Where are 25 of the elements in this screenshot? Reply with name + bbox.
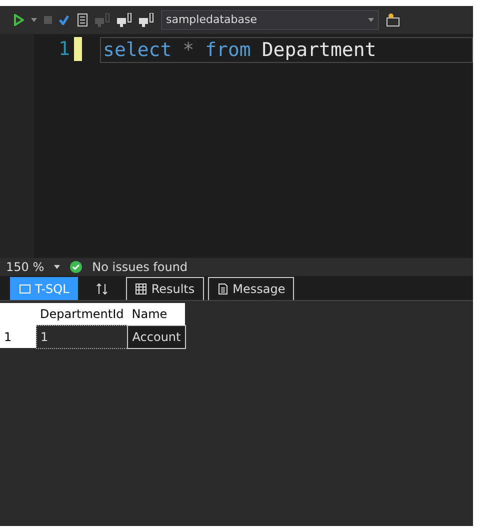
- grid-icon: [135, 282, 148, 294]
- caret-icon[interactable]: [54, 264, 60, 268]
- change-marker: [74, 37, 82, 61]
- issues-status: No issues found: [92, 258, 188, 276]
- zoom-dropdown[interactable]: 150 %: [6, 258, 44, 276]
- new-query-icon[interactable]: [386, 13, 400, 27]
- caret-icon[interactable]: [31, 18, 37, 22]
- connection-icon[interactable]: [139, 13, 154, 27]
- row-number: 1: [0, 325, 36, 348]
- check-icon[interactable]: [59, 15, 69, 25]
- table-cell[interactable]: 1: [36, 325, 128, 348]
- line-number: 1: [58, 37, 70, 62]
- tab[interactable]: Message: [208, 276, 294, 300]
- table-cell[interactable]: Account: [128, 325, 186, 348]
- database-dropdown[interactable]: sampledatabase: [161, 10, 379, 30]
- document-icon: [216, 282, 229, 294]
- tab[interactable]: Results: [126, 276, 204, 300]
- document-icon[interactable]: [76, 13, 88, 27]
- tab-icon: [19, 282, 31, 294]
- check-circle-icon: [70, 260, 82, 272]
- column-header: Name: [128, 302, 186, 325]
- caret-icon: [368, 18, 374, 22]
- run-icon[interactable]: [14, 14, 24, 26]
- column-header: DepartmentId: [36, 302, 128, 325]
- connection-icon[interactable]: [117, 13, 132, 27]
